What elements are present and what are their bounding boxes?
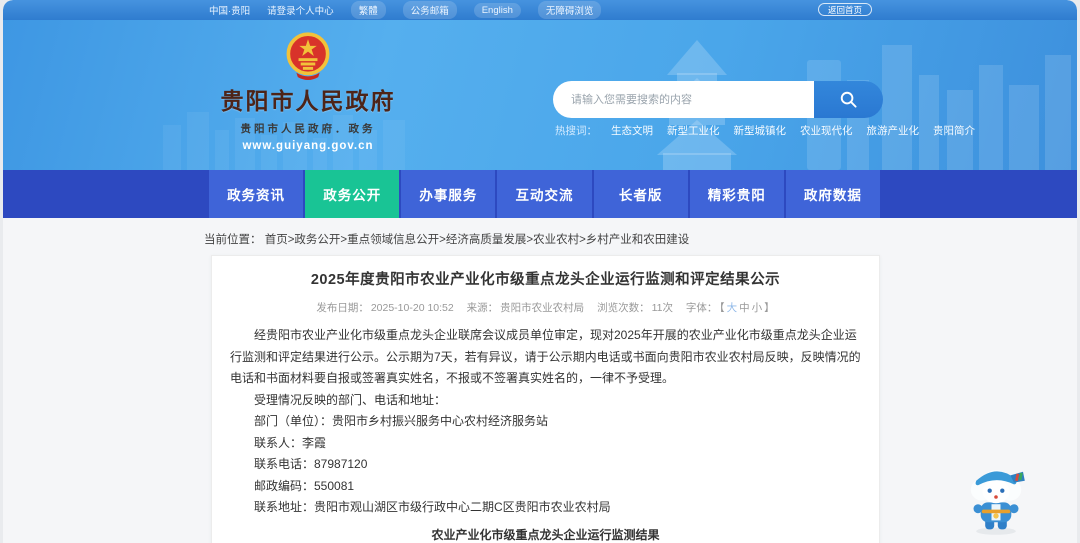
font-size-small-button[interactable]: 小 <box>752 302 763 314</box>
hot-search-words: 热搜词： 生态文明 新型工业化 新型城镇化 农业现代化 旅游产业化 贵阳简介 <box>555 123 975 138</box>
topbar-link-accessibility[interactable]: 无障碍浏览 <box>537 1 602 19</box>
banner: 贵阳市人民政府 贵阳市人民政府．政务 www.guiyang.gov.cn 热搜… <box>3 20 1077 170</box>
breadcrumb-label: 当前位置： <box>204 234 262 246</box>
publish-date-label: 发布日期： <box>316 302 369 314</box>
font-size-label: 字体： <box>685 302 718 314</box>
topbar-menu: 中国·贵阳 请登录个人中心 繁體 公务邮箱 English 无障碍浏览 <box>209 0 602 20</box>
nav-item-zhangzheban[interactable]: 长者版 <box>593 170 688 218</box>
article-body: 经贵阳市农业产业化市级重点龙头企业联席会议成员单位审定，现对2025年开展的农业… <box>230 325 861 519</box>
table-title: 农业产业化市级重点龙头企业运行监测结果 <box>431 527 660 542</box>
paragraph-contact-phone: 联系电话：87987120 <box>254 457 368 471</box>
site-url: www.guiyang.gov.cn <box>242 140 374 152</box>
paragraph: 受理情况反映的部门、电话和地址： <box>254 392 447 407</box>
nav-item-hudong-jiaoliu[interactable]: 互动交流 <box>497 170 592 218</box>
font-size-large-button[interactable]: 大 <box>727 302 738 314</box>
views-label: 浏览次数： <box>597 302 650 314</box>
page: 中国·贵阳 请登录个人中心 繁體 公务邮箱 English 无障碍浏览 返回首页 <box>3 0 1077 543</box>
hot-word-industrialization[interactable]: 新型工业化 <box>667 123 720 138</box>
source-label: 来源： <box>466 302 499 314</box>
paragraph-department: 部门（单位）：贵阳市乡村振兴服务中心农村经济服务站 <box>254 414 549 428</box>
search-input[interactable] <box>553 81 814 118</box>
hot-search-label: 热搜词： <box>555 125 597 137</box>
bracket: 【 <box>719 302 725 314</box>
paragraph-postal-code: 邮政编码：550081 <box>254 478 355 493</box>
site-title: 贵阳市人民政府 <box>220 88 396 114</box>
nav-item-zhengwu-zixun[interactable]: 政务资讯 <box>209 170 304 218</box>
nav-item-zhengwu-gongkai[interactable]: 政务公开 <box>305 170 400 218</box>
paragraph: 经贵阳市农业产业化市级重点龙头企业联席会议成员单位审定，现对2025年开展的农业… <box>230 328 861 385</box>
hot-word-urbanization[interactable]: 新型城镇化 <box>734 123 787 138</box>
search-button[interactable] <box>814 81 883 118</box>
font-size-medium-button[interactable]: 中 <box>739 302 750 314</box>
site-subtitle: 贵阳市人民政府．政务 <box>240 123 376 135</box>
source: 贵阳市农业农村局 <box>500 302 585 314</box>
bracket: 】 <box>764 302 775 314</box>
content-area: 当前位置： 首页>政务公开>重点领域信息公开>经济高质量发展>农业农村>乡村产业… <box>3 218 1077 543</box>
publish-date: 2025-10-20 10:52 <box>370 302 454 314</box>
article-card: 2025年度贵阳市农业产业化市级重点龙头企业运行监测和评定结果公示 发布日期： 2… <box>211 255 880 543</box>
article-title: 2025年度贵阳市农业产业化市级重点龙头企业运行监测和评定结果公示 <box>310 272 781 288</box>
search-bar <box>553 81 883 118</box>
views-count: 11次 <box>651 302 673 314</box>
hot-word-agriculture[interactable]: 农业现代化 <box>800 123 853 138</box>
main-nav-items: 政务资讯 政务公开 办事服务 互动交流 长者版 精彩贵阳 政府数据 <box>209 170 880 218</box>
nav-item-banshi-fuwu[interactable]: 办事服务 <box>401 170 496 218</box>
mascot-widget[interactable] <box>951 452 1041 542</box>
topbar-link-login-personal-center[interactable]: 请登录个人中心 <box>267 3 334 17</box>
site-logo[interactable]: 贵阳市人民政府 贵阳市人民政府．政务 www.guiyang.gov.cn <box>213 32 403 152</box>
national-emblem-icon <box>286 32 330 80</box>
paragraph-contact-person: 联系人：李霞 <box>254 435 327 450</box>
main-nav: 政务资讯 政务公开 办事服务 互动交流 长者版 精彩贵阳 政府数据 <box>3 170 1077 218</box>
nav-item-zhengfu-shuju[interactable]: 政府数据 <box>785 170 880 218</box>
topbar: 中国·贵阳 请登录个人中心 繁體 公务邮箱 English 无障碍浏览 返回首页 <box>3 0 1077 20</box>
hot-word-tourism[interactable]: 旅游产业化 <box>867 123 920 138</box>
hot-word-guiyang-intro[interactable]: 贵阳简介 <box>933 123 975 138</box>
hot-word-ecology[interactable]: 生态文明 <box>611 123 653 138</box>
paragraph-contact-address: 联系地址：贵阳市观山湖区市级行政中心二期C区贵阳市农业农村局 <box>254 500 611 514</box>
nav-item-jingcai-guiyang[interactable]: 精彩贵阳 <box>689 170 784 218</box>
topbar-link-official-mail[interactable]: 公务邮箱 <box>402 1 457 19</box>
topbar-link-china-guiyang[interactable]: 中国·贵阳 <box>209 3 250 17</box>
topbar-link-traditional-chinese[interactable]: 繁體 <box>350 1 386 19</box>
article-meta: 发布日期： 2025-10-20 10:52 来源： 贵阳市农业农村局 浏览次数： 1… <box>230 300 861 315</box>
breadcrumb-path[interactable]: 首页>政务公开>重点领域信息公开>经济高质量发展>农业农村>乡村产业和农田建设 <box>265 234 690 246</box>
breadcrumb: 当前位置： 首页>政务公开>重点领域信息公开>经济高质量发展>农业农村>乡村产业… <box>204 231 689 247</box>
search-icon <box>840 91 857 108</box>
topbar-link-english[interactable]: English <box>473 2 521 18</box>
return-home-button[interactable]: 返回首页 <box>817 3 872 16</box>
